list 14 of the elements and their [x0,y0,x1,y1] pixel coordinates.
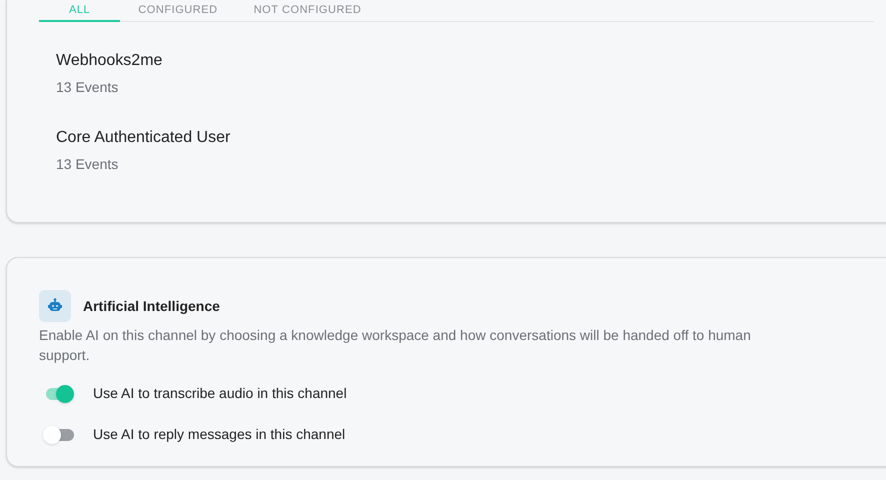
section-title: Artificial Intelligence [83,296,220,316]
toggle-switch[interactable] [45,424,75,444]
tab[interactable]: NOT CONFIGURED [236,0,380,21]
event-count: 13 Events [56,78,120,97]
toggle-label: Use AI to reply messages in this channel [93,425,346,444]
toggle-label: Use AI to transcribe audio in this channel [93,384,347,403]
integration-name[interactable]: Core Authenticated User [56,126,886,150]
tab[interactable]: ALL [39,0,120,22]
toggle-switch[interactable] [45,384,75,404]
integration-name[interactable]: Webhooks2me [56,49,886,73]
tab[interactable]: CONFIGURED [120,0,236,21]
section-description: Enable AI on this channel by choosing a knowledge workspace and how conversations will be handed off to human support. [39,326,752,365]
event-count: 13 Events [56,155,120,174]
robot-icon [39,290,71,322]
